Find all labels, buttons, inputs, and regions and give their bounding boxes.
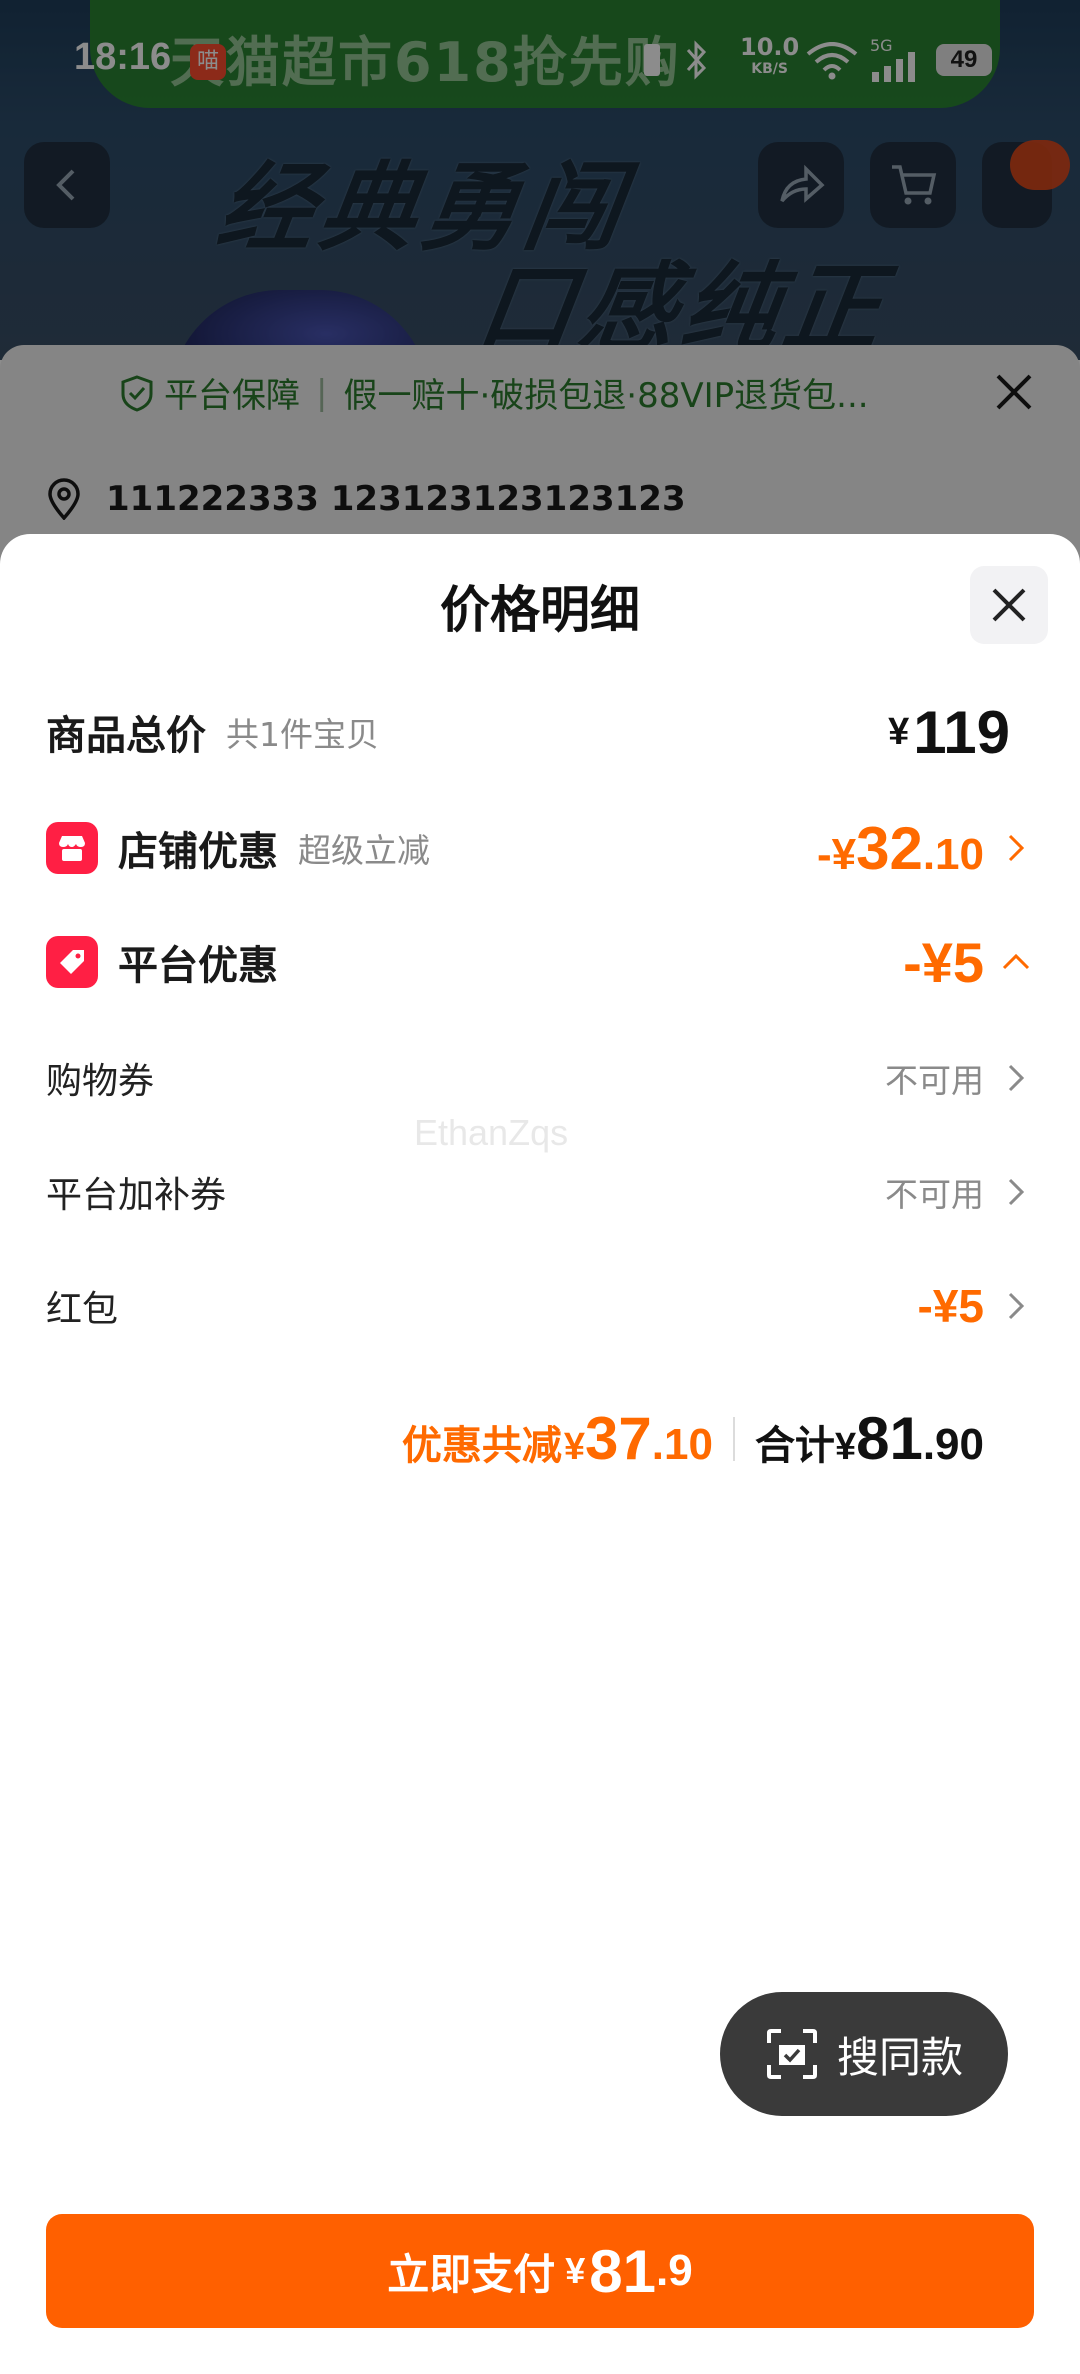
store-icon [46,822,98,874]
pay-now-button[interactable]: 立即支付 ¥ 81 .9 [46,2214,1034,2328]
grand-total-label: 合计 [754,1423,835,1469]
discount-total-int: 37 [585,1405,652,1472]
price-summary: 优惠共减 ¥ 37 .10 合计 ¥ 81 .90 [402,1404,984,1473]
platform-discount-row[interactable]: 平台优惠 -¥5 [46,924,1034,1000]
coupon-status: 不可用 [885,1175,984,1214]
coupon-label: 购物券 [46,1061,155,1102]
total-price-row: 商品总价 共1件宝贝 ¥119 [46,694,1034,770]
sheet-title: 价格明细 [440,581,640,639]
store-discount-value: -¥32.10 [816,814,984,882]
platform-discount-value: -¥5 [903,930,984,994]
sheet-close-button[interactable] [970,566,1048,644]
total-price-label: 商品总价 [46,713,206,759]
discount-total-label: 优惠共减 [401,1423,562,1469]
coupon-label: 红包 [46,1289,119,1330]
item-count: 共1件宝贝 [226,715,379,754]
pay-amount-dec: .9 [656,2246,693,2295]
total-price-value: ¥119 [888,698,1010,766]
coupon-label: 平台加补券 [46,1175,227,1216]
coupon-row-red-packet[interactable]: 红包 -¥5 [46,1268,1034,1344]
scan-icon [766,2029,817,2079]
store-discount-row[interactable]: 店铺优惠 超级立减 -¥32.10 [46,810,1034,886]
chevron-right-icon [1008,834,1025,862]
summary-divider [732,1416,735,1461]
discount-currency: ¥ [563,1426,586,1468]
platform-discount-label: 平台优惠 [118,943,278,989]
store-discount-label: 店铺优惠 [118,829,278,875]
search-similar-button[interactable]: 搜同款 [720,1992,1008,2116]
grand-total-currency: ¥ [834,1426,857,1468]
watermark-text: EthanZqs [414,1112,569,1153]
pay-currency: ¥ [565,2250,586,2291]
tag-icon [46,936,98,988]
grand-total-dec: .90 [922,1420,984,1469]
search-similar-label: 搜同款 [836,2032,963,2082]
grand-total-int: 81 [856,1405,923,1472]
discount-total-dec: .10 [651,1420,713,1469]
red-packet-value: -¥5 [917,1280,984,1332]
coupon-row-shopping[interactable]: 购物券 不可用 [46,1040,1034,1116]
pay-now-label: 立即支付 [387,2249,556,2299]
chevron-right-icon [1008,1064,1025,1092]
pay-amount-int: 81 [589,2237,657,2305]
chevron-right-icon [1008,1292,1025,1320]
coupon-status: 不可用 [885,1061,984,1100]
chevron-up-icon [1002,953,1030,970]
close-icon [992,588,1026,622]
chevron-right-icon [1008,1178,1025,1206]
store-discount-sub: 超级立减 [298,831,430,870]
coupon-row-platform-subsidy[interactable]: 平台加补券 不可用 [46,1154,1034,1230]
